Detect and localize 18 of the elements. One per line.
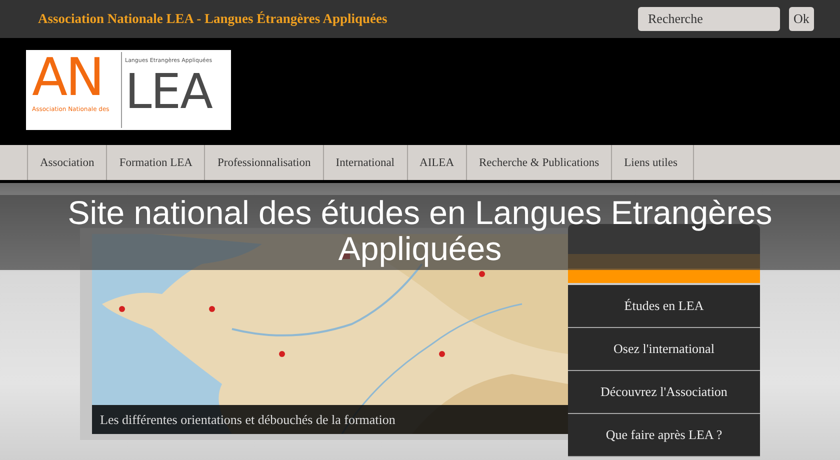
logo-acronym: LEA: [125, 64, 212, 120]
logo-initials: AN: [32, 52, 102, 104]
side-menu-item[interactable]: Que faire après LEA ?: [568, 414, 760, 457]
site-title: Association Nationale LEA - Langues Étrangères Appliquées: [38, 11, 388, 27]
search-field[interactable]: Recherche: [638, 7, 780, 31]
nav-item[interactable]: International: [322, 145, 407, 180]
side-menu-item[interactable]: Découvrez l'Association: [568, 371, 760, 414]
nav-item[interactable]: Recherche & Publications: [466, 145, 612, 180]
nav-item[interactable]: Professionnalisation: [204, 145, 323, 180]
nav-item[interactable]: Liens utiles: [611, 145, 694, 180]
nav-item[interactable]: AILEA: [406, 145, 466, 180]
side-menu-item[interactable]: Osez l'international: [568, 328, 760, 371]
slideshow-caption: Les différentes orientations et débouchés de la formation: [92, 405, 568, 434]
page-headline: Site national des études en Langues Etrangères Appliquées: [66, 195, 774, 267]
nav-item[interactable]: Association: [27, 145, 106, 180]
side-menu-item[interactable]: Études en LEA: [568, 285, 760, 328]
ok-button[interactable]: Ok: [789, 7, 814, 31]
nav-item[interactable]: Formation LEA: [106, 145, 204, 180]
